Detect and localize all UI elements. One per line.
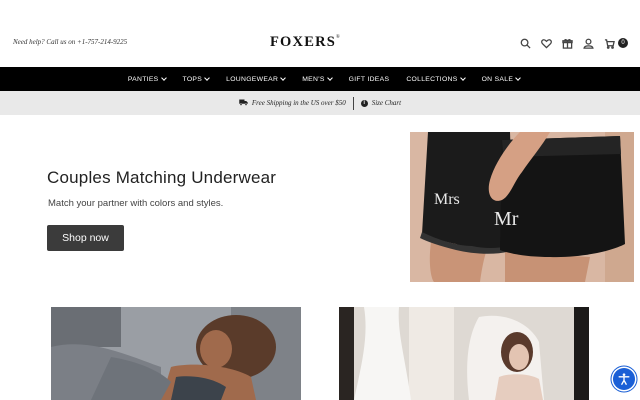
- hero-image-couple-underwear[interactable]: Mrs Mr: [410, 132, 634, 282]
- logo-text: FOXERS: [270, 34, 337, 50]
- size-chart-link[interactable]: i Size Chart: [360, 99, 402, 107]
- free-shipping-notice[interactable]: Free Shipping in the US over $50: [239, 99, 346, 108]
- nav-label: COLLECTIONS: [406, 75, 458, 83]
- promo-divider: [352, 96, 354, 110]
- mr-print: Mr: [494, 208, 519, 230]
- header-icons: 0: [519, 36, 628, 50]
- chevron-down-icon: [160, 75, 167, 81]
- accessibility-widget-button[interactable]: [613, 368, 635, 390]
- nav-item-on-sale[interactable]: ON SALE: [481, 75, 522, 83]
- hero-title: Couples Matching Underwear: [47, 168, 277, 187]
- mrs-print: Mrs: [434, 191, 460, 208]
- gift-icon[interactable]: [561, 37, 574, 50]
- nav-label: GIFT IDEAS: [348, 75, 390, 83]
- chevron-down-icon: [515, 75, 522, 81]
- promo-tile-bridal[interactable]: [339, 307, 589, 400]
- shop-now-button[interactable]: Shop now: [47, 225, 124, 251]
- chevron-down-icon: [280, 75, 287, 81]
- nav-label: TOPS: [182, 75, 203, 83]
- nav-item-loungewear[interactable]: LOUNGEWEAR: [226, 75, 287, 83]
- site-header: Need help? Call us on +1-757-214-9225 FO…: [0, 0, 640, 67]
- registered-mark: ®: [336, 35, 340, 40]
- cart-count-badge: 0: [618, 38, 628, 48]
- truck-icon: [239, 99, 248, 108]
- hero-subtitle: Match your partner with colors and style…: [48, 198, 224, 209]
- size-chart-text: Size Chart: [371, 99, 402, 107]
- hero-illustration: Mrs Mr: [410, 132, 634, 282]
- search-icon[interactable]: [519, 37, 532, 50]
- promo-bar: Free Shipping in the US over $50 i Size …: [0, 91, 640, 115]
- accessibility-icon: [618, 373, 630, 385]
- cart-icon: [603, 37, 616, 50]
- nav-label: MEN'S: [302, 75, 325, 83]
- nav-item-mens[interactable]: MEN'S: [302, 75, 333, 83]
- nav-label: ON SALE: [481, 75, 514, 83]
- promo-tile-loungewear[interactable]: [51, 307, 301, 400]
- nav-item-gift-ideas[interactable]: GIFT IDEAS: [349, 76, 390, 83]
- cart-button[interactable]: 0: [603, 37, 628, 50]
- site-logo[interactable]: FOXERS®: [270, 34, 340, 51]
- free-shipping-text: Free Shipping in the US over $50: [251, 99, 346, 107]
- nav-item-collections[interactable]: COLLECTIONS: [406, 75, 466, 83]
- chevron-down-icon: [204, 75, 210, 81]
- main-nav: PANTIES TOPS LOUNGEWEAR MEN'S GIFT IDEAS…: [0, 67, 640, 91]
- chevron-down-icon: [459, 75, 466, 81]
- user-icon[interactable]: [582, 37, 595, 50]
- chevron-down-icon: [326, 75, 333, 81]
- nav-item-panties[interactable]: PANTIES: [127, 75, 167, 83]
- nav-item-tops[interactable]: TOPS: [182, 75, 210, 83]
- nav-label: LOUNGEWEAR: [226, 75, 279, 83]
- tile-image-bride: [339, 307, 589, 400]
- info-icon: i: [360, 99, 368, 107]
- help-phone-text[interactable]: Need help? Call us on +1-757-214-9225: [13, 38, 127, 46]
- nav-label: PANTIES: [127, 75, 159, 83]
- tile-image-woman-robe: [51, 307, 301, 400]
- heart-icon[interactable]: [540, 37, 553, 50]
